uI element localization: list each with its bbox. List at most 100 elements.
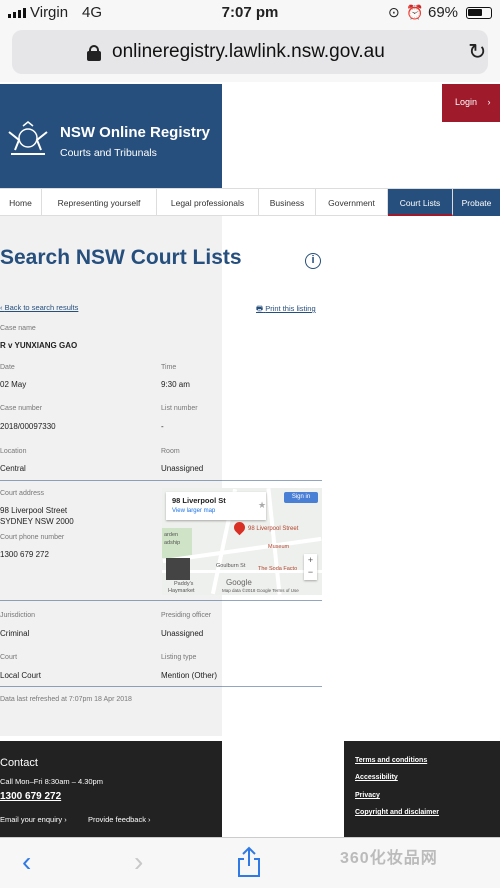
clock: 7:07 pm xyxy=(221,4,279,21)
status-bar: Virgin 4G 7:07 pm ⊙ ⏰ 69% xyxy=(0,0,500,26)
list-number-label: List number xyxy=(161,405,198,412)
court-value: Local Court xyxy=(0,671,41,680)
print-link-label: Print this listing xyxy=(265,304,316,313)
location-map[interactable]: 98 Liverpool St View larger map ★ Sign i… xyxy=(162,488,322,595)
nav-probate[interactable]: Probate xyxy=(453,189,500,216)
listing-type-value: Mention (Other) xyxy=(161,671,218,680)
location-value: Central xyxy=(0,464,26,473)
court-address-line2: SYDNEY NSW 2000 xyxy=(0,517,74,526)
contact-hours: Call Mon–Fri 8:30am – 4.30pm xyxy=(0,777,103,786)
presiding-officer-label: Presiding officer xyxy=(161,612,212,619)
battery-icon xyxy=(466,7,492,19)
watermark-logo: 360化妆品网 xyxy=(340,850,438,867)
share-icon[interactable] xyxy=(236,846,262,878)
map-attribution: Map data ©2018 Google Terms of Use xyxy=(222,588,299,593)
map-place-label: Haymarket xyxy=(168,588,195,594)
section-divider xyxy=(0,600,322,601)
copyright-link[interactable]: Copyright and disclaimer xyxy=(355,809,439,816)
map-pin-label: 98 Liverpool Street xyxy=(248,526,299,532)
login-button[interactable]: Login › xyxy=(442,84,500,122)
login-label: Login xyxy=(455,97,478,107)
view-larger-map-link[interactable]: View larger map xyxy=(172,508,215,514)
court-label: Court xyxy=(0,654,18,661)
time-value: 9:30 am xyxy=(161,380,190,389)
chevron-right-icon: › xyxy=(487,97,491,107)
map-place-label: The Soda Facto xyxy=(258,566,298,572)
accessibility-link[interactable]: Accessibility xyxy=(355,774,398,781)
terms-link[interactable]: Terms and conditions xyxy=(355,757,427,764)
section-divider xyxy=(0,480,322,481)
reload-icon[interactable]: ↻ xyxy=(468,39,486,65)
contact-title: Contact xyxy=(0,757,38,769)
map-pin-icon xyxy=(231,519,248,536)
nav-court-lists[interactable]: Court Lists xyxy=(388,189,453,216)
main-nav: Home Representing yourself Legal profess… xyxy=(0,188,500,216)
url-text: onlineregistry.lawlink.nsw.gov.au xyxy=(112,41,385,62)
nav-business[interactable]: Business xyxy=(259,189,316,216)
info-icon[interactable]: i xyxy=(305,253,321,269)
footer-links: Terms and conditions Accessibility Priva… xyxy=(344,741,500,837)
court-phone-label: Court phone number xyxy=(0,534,65,541)
nav-legal-professionals[interactable]: Legal professionals xyxy=(157,189,259,216)
map-zoom-control[interactable]: + − xyxy=(304,554,317,580)
zoom-in-button[interactable]: + xyxy=(304,554,317,566)
privacy-link[interactable]: Privacy xyxy=(355,792,380,799)
map-place-label: arden xyxy=(164,532,179,538)
nsw-crest-icon xyxy=(8,121,48,155)
printer-icon: 🖶 xyxy=(256,304,264,313)
street-view-thumbnail[interactable] xyxy=(166,558,190,580)
battery-percent: 69% xyxy=(428,4,459,21)
map-info-card[interactable]: 98 Liverpool St View larger map ★ xyxy=(166,492,266,520)
court-address-label: Court address xyxy=(0,490,44,497)
map-place-label: Museum xyxy=(268,544,290,550)
web-page: NSW Online Registry Courts and Tribunals… xyxy=(0,82,500,837)
site-title: NSW Online Registry xyxy=(60,124,211,141)
contact-footer: Contact Call Mon–Fri 8:30am – 4.30pm 130… xyxy=(0,741,222,837)
map-place-label: adship xyxy=(164,540,181,546)
back-icon[interactable]: ‹ xyxy=(22,846,31,878)
alarm-icon: ⏰ xyxy=(406,4,424,20)
site-subtitle: Courts and Tribunals xyxy=(60,147,157,159)
address-field[interactable]: onlineregistry.lawlink.nsw.gov.au ↻ xyxy=(12,30,488,74)
map-card-title: 98 Liverpool St xyxy=(172,496,226,505)
contact-phone-link[interactable]: 1300 679 272 xyxy=(0,791,61,802)
case-number-value: 2018/00097330 xyxy=(0,422,56,431)
provide-feedback-link[interactable]: Provide feedback › xyxy=(88,815,151,824)
case-name-value: R v YUNXIANG GAO xyxy=(0,341,78,350)
time-label: Time xyxy=(161,364,177,371)
zoom-out-button[interactable]: − xyxy=(304,566,317,578)
room-label: Room xyxy=(161,448,180,455)
data-refreshed-note: Data last refreshed at 7:07pm 18 Apr 201… xyxy=(0,696,132,703)
date-value: 02 May xyxy=(0,380,27,389)
presiding-officer-value: Unassigned xyxy=(161,629,204,638)
jurisdiction-label: Jurisdiction xyxy=(0,612,36,619)
listing-type-label: Listing type xyxy=(161,654,197,661)
map-road xyxy=(266,488,282,595)
date-label: Date xyxy=(0,364,15,371)
lock-icon xyxy=(87,45,101,61)
location-label: Location xyxy=(0,448,27,455)
case-number-label: Case number xyxy=(0,405,43,412)
section-divider xyxy=(0,686,322,687)
nav-representing-yourself[interactable]: Representing yourself xyxy=(42,189,157,216)
court-phone-value: 1300 679 272 xyxy=(0,550,49,559)
site-header: NSW Online Registry Courts and Tribunals xyxy=(0,84,222,188)
email-enquiry-link[interactable]: Email your enquiry › xyxy=(0,815,67,824)
browser-url-bar: onlineregistry.lawlink.nsw.gov.au ↻ xyxy=(0,26,500,82)
star-icon[interactable]: ★ xyxy=(258,500,266,511)
court-address-line1: 98 Liverpool Street xyxy=(0,506,68,515)
room-value: Unassigned xyxy=(161,464,204,473)
map-place-label: Paddy's xyxy=(174,581,194,587)
nav-home[interactable]: Home xyxy=(0,189,42,216)
back-to-search-link[interactable]: ‹ Back to search results xyxy=(0,303,78,312)
map-sign-in-button[interactable]: Sign in xyxy=(284,492,318,503)
forward-icon[interactable]: › xyxy=(134,846,143,878)
rotation-lock-icon: ⊙ xyxy=(388,4,400,20)
nav-government[interactable]: Government xyxy=(316,189,388,216)
back-link-label: Back to search results xyxy=(4,303,79,312)
page-title: Search NSW Court Lists xyxy=(0,246,242,269)
case-name-label: Case name xyxy=(0,325,36,332)
jurisdiction-value: Criminal xyxy=(0,629,30,638)
list-number-value: - xyxy=(161,422,164,431)
print-listing-link[interactable]: 🖶 Print this listing xyxy=(256,303,316,316)
